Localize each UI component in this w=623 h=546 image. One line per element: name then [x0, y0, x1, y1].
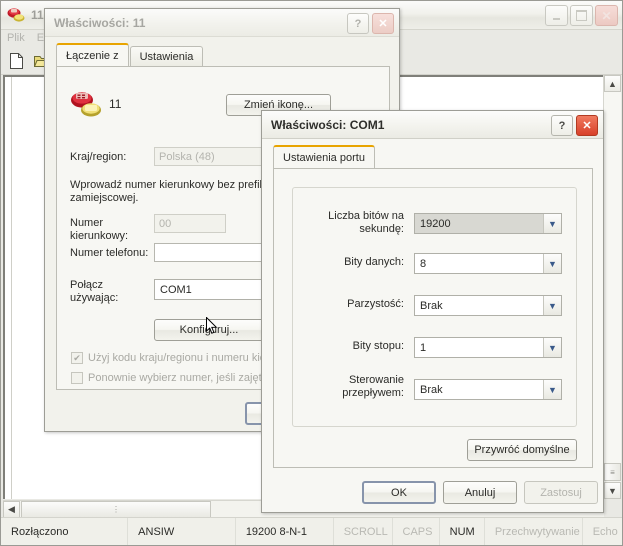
status-scroll: SCROLL — [334, 518, 393, 545]
parity-value: Brak — [420, 299, 443, 312]
scroll-left-icon[interactable]: ◀ — [3, 501, 20, 518]
maximize-icon[interactable] — [570, 5, 593, 26]
com1-tab-panel: Liczba bitów na sekundę: 19200 ▼ Bity da… — [273, 168, 593, 468]
chevron-down-icon[interactable]: ▼ — [543, 380, 561, 399]
stop-bits-value: 1 — [420, 341, 427, 354]
stop-bits-label: Bity stopu: — [352, 340, 404, 352]
tab-laczenie-z-label: Łączenie z — [66, 49, 119, 62]
flow-control-value: Brak — [420, 383, 443, 396]
chevron-down-icon[interactable]: ▼ — [543, 338, 561, 357]
status-echo: Echo — [592, 525, 618, 538]
tab-ustawienia-label: Ustawienia — [139, 50, 194, 63]
vertical-scrollbar[interactable]: ▲ ≡ ▼ — [603, 75, 621, 499]
ok-button[interactable]: OK — [362, 481, 436, 504]
phone-number-label: Numer telefonu: — [70, 247, 149, 259]
scroll-down-icon[interactable]: ▼ — [604, 482, 621, 499]
checkbox-redial-if-busy-label: Ponownie wybierz numer, jeśli zajęte — [88, 372, 268, 384]
menu-item-plik[interactable]: Plik — [7, 32, 25, 44]
status-port-settings: 19200 8-N-1 — [236, 518, 334, 545]
configure-button[interactable]: Konfiguruj... — [154, 319, 264, 341]
tab-ustawienia[interactable]: Ustawienia — [129, 46, 204, 66]
bits-per-second-label: Liczba bitów na sekundę: — [328, 210, 404, 235]
checkbox-redial-if-busy-box[interactable] — [71, 372, 83, 384]
connection-dialog-title-buttons: ? ✕ — [347, 13, 394, 34]
screen-root: 11 ✕ Plik Ed — [0, 0, 623, 546]
status-caps: CAPS — [393, 518, 440, 545]
flow-control-combobox[interactable]: Brak ▼ — [414, 379, 562, 400]
restore-defaults-button[interactable]: Przywróć domyślne — [467, 439, 577, 461]
phone-icon — [6, 6, 26, 24]
close-icon[interactable]: ✕ — [595, 5, 618, 26]
com1-dialog-title: Właściwości: COM1 — [271, 117, 385, 132]
parity-combobox[interactable]: Brak ▼ — [414, 295, 562, 316]
close-icon[interactable]: ✕ — [372, 13, 394, 34]
data-bits-value: 8 — [420, 257, 427, 270]
connection-name-label: 11 — [109, 97, 122, 111]
terminal-margin-line — [11, 77, 14, 499]
com1-dialog-title-buttons: ? ✕ — [551, 115, 598, 136]
minimize-icon[interactable] — [545, 5, 568, 26]
status-emulation: ANSIW — [128, 518, 236, 545]
connection-dialog-titlebar[interactable]: Właściwości: 11 ? ✕ — [45, 9, 399, 37]
connection-tabstrip: Łączenie z Ustawienia — [56, 43, 204, 66]
cancel-button[interactable]: Anuluj — [443, 481, 517, 504]
status-connection: Rozłączono — [1, 518, 129, 545]
new-file-icon[interactable] — [5, 50, 27, 72]
checkbox-redial-if-busy[interactable]: Ponownie wybierz numer, jeśli zajęte — [71, 372, 268, 384]
tab-laczenie-z[interactable]: Łączenie z — [56, 43, 129, 66]
area-code-label: Numer kierunkowy: — [70, 217, 129, 242]
status-capture: Przechwytywanie — [485, 518, 583, 545]
data-bits-label: Bity danych: — [344, 256, 404, 268]
help-icon[interactable]: ? — [347, 13, 369, 34]
com1-tabstrip: Ustawienia portu — [273, 145, 376, 168]
com1-dialog-titlebar[interactable]: Właściwości: COM1 ? ✕ — [262, 111, 603, 139]
status-bar: Rozłączono ANSIW 19200 8-N-1 SCROLL CAPS… — [1, 517, 622, 545]
status-num: NUM — [440, 518, 485, 545]
area-code-field: 00 — [154, 214, 226, 233]
stop-bits-combobox[interactable]: 1 ▼ — [414, 337, 562, 358]
connection-phone-icon — [69, 89, 103, 117]
tab-ustawienia-portu[interactable]: Ustawienia portu — [273, 145, 375, 168]
checkbox-use-country-code-box[interactable]: ✔ — [71, 352, 83, 364]
chevron-down-icon[interactable]: ▼ — [543, 296, 561, 315]
tab-ustawienia-portu-label: Ustawienia portu — [283, 151, 365, 164]
chevron-down-icon[interactable]: ▼ — [543, 214, 561, 233]
connect-using-label: Połącz używając: — [70, 279, 119, 304]
close-icon[interactable]: ✕ — [576, 115, 598, 136]
country-label: Kraj/region: — [70, 151, 127, 163]
connection-dialog-title: Właściwości: 11 — [54, 15, 146, 30]
vertical-scroll-track[interactable] — [604, 92, 621, 463]
parity-label: Parzystość: — [347, 298, 404, 310]
com1-properties-dialog: Właściwości: COM1 ? ✕ Ustawienia portu L… — [261, 110, 604, 513]
horizontal-scroll-thumb[interactable]: ⋮ — [21, 501, 211, 518]
apply-button: Zastosuj — [524, 481, 598, 504]
bits-per-second-combobox[interactable]: 19200 ▼ — [414, 213, 562, 234]
chevron-down-icon[interactable]: ▼ — [543, 254, 561, 273]
flow-control-label: Sterowanie przepływem: — [342, 374, 404, 399]
main-window-title: 11 — [31, 8, 44, 22]
vertical-scroll-thumb[interactable]: ≡ — [604, 463, 621, 481]
help-icon[interactable]: ? — [551, 115, 573, 136]
bits-per-second-value: 19200 — [420, 217, 451, 230]
data-bits-combobox[interactable]: 8 ▼ — [414, 253, 562, 274]
scroll-up-icon[interactable]: ▲ — [604, 75, 621, 92]
main-window-buttons: ✕ — [545, 5, 618, 26]
